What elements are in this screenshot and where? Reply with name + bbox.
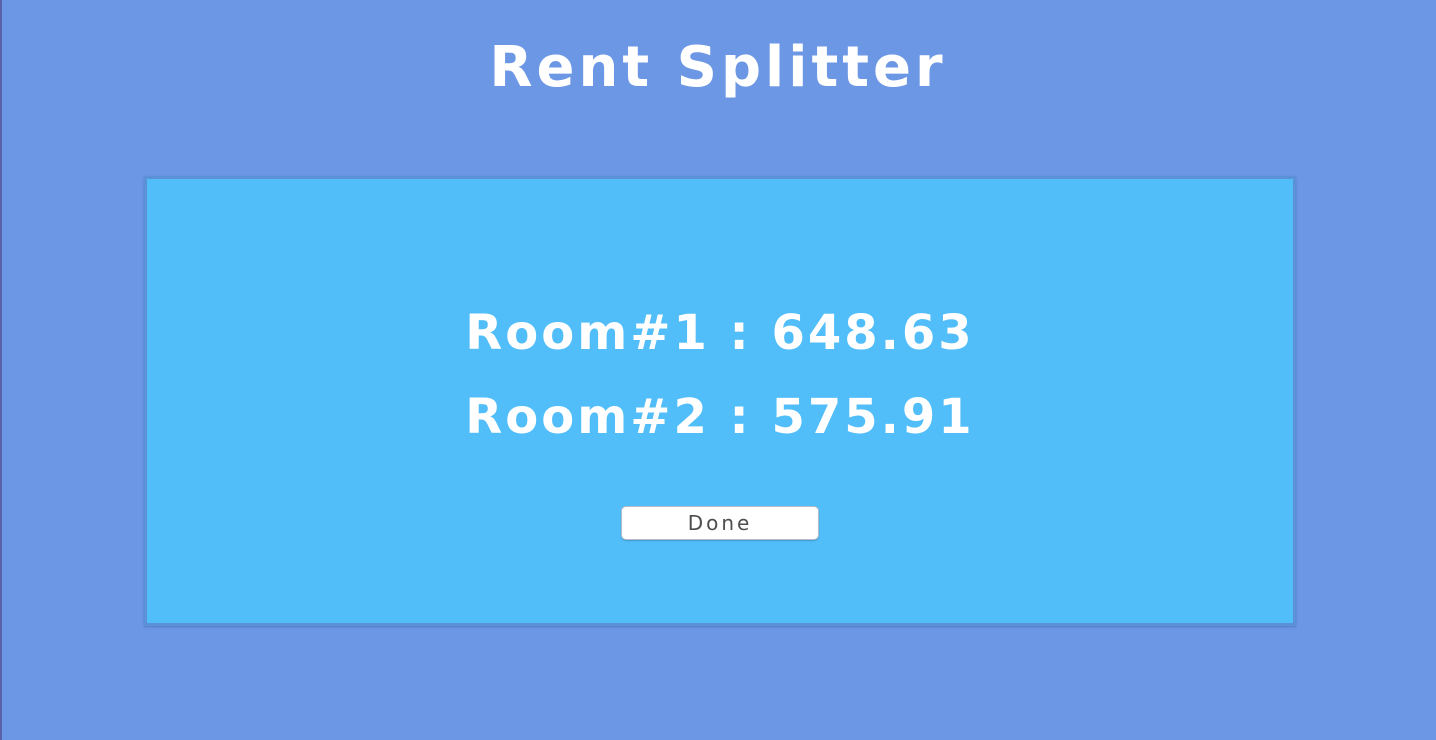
results-panel: Room#1 : 648.63 Room#2 : 575.91 Done bbox=[144, 176, 1296, 626]
room-cost-list: Room#1 : 648.63 Room#2 : 575.91 bbox=[147, 291, 1293, 459]
room-1-cost: Room#1 : 648.63 bbox=[465, 305, 975, 361]
room-2-cost: Room#2 : 575.91 bbox=[465, 389, 975, 445]
page-title: Rent Splitter bbox=[489, 35, 947, 100]
window-left-edge bbox=[0, 0, 2, 740]
done-button[interactable]: Done bbox=[621, 506, 819, 540]
